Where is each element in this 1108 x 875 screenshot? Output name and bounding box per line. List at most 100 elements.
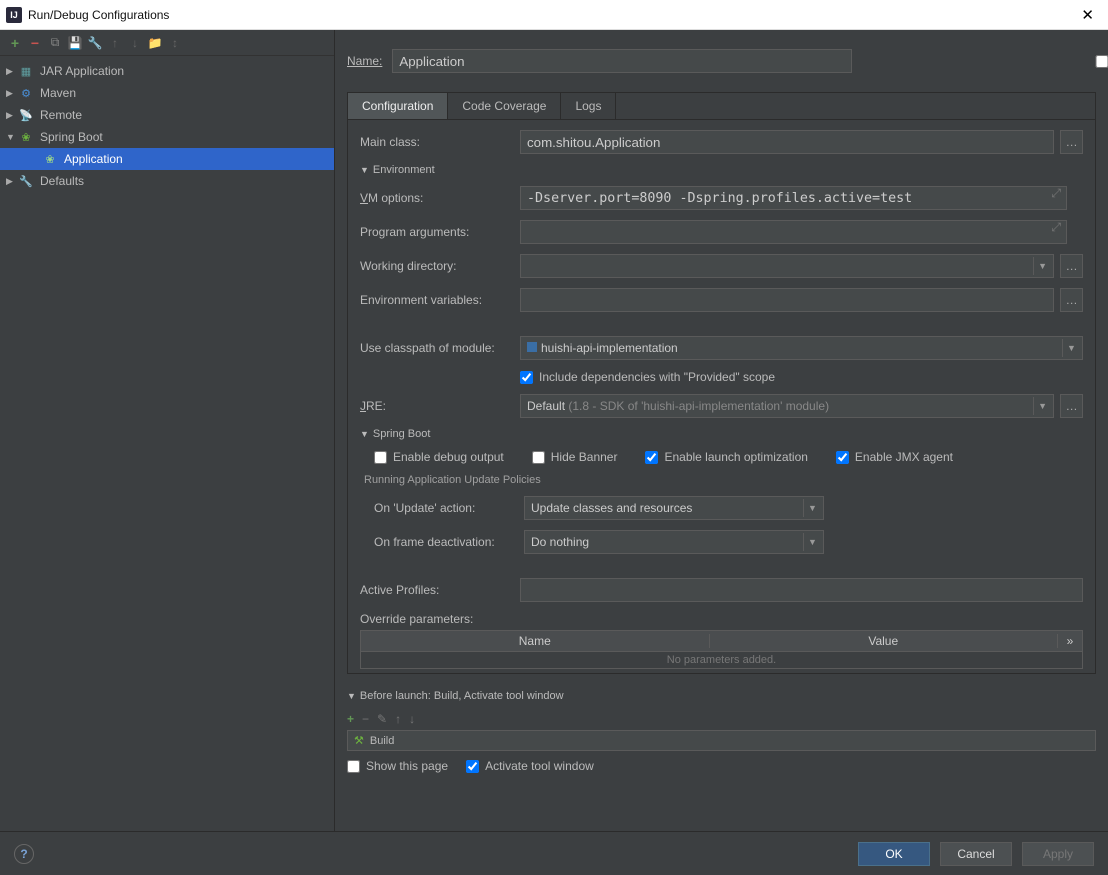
spring-icon: ❀ [42,151,58,167]
apply-button[interactable]: Apply [1022,842,1094,866]
config-tree[interactable]: ▶ ▦ JAR Application ▶ ⚙ Maven ▶ 📡 Remote [0,56,334,831]
build-icon: ⚒ [354,734,364,747]
tree-label: Application [64,152,123,166]
browse-working-dir-button[interactable]: … [1060,254,1083,278]
vm-options-label: VM options: [360,191,520,205]
vm-options-input[interactable] [520,186,1067,210]
edit-task-button[interactable]: ✎ [377,712,387,726]
program-args-input[interactable] [520,220,1067,244]
chevron-right-icon: ▶ [6,176,18,187]
move-down-task-button[interactable]: ↓ [409,712,415,726]
tree-item-defaults[interactable]: ▶ 🔧 Defaults [0,170,334,192]
tree-item-springboot[interactable]: ▼ ❀ Spring Boot [0,126,334,148]
tab-bar: Configuration Code Coverage Logs [347,92,1096,119]
build-task-row[interactable]: ⚒ Build [347,730,1096,751]
active-profiles-input[interactable] [520,578,1083,602]
tab-code-coverage[interactable]: Code Coverage [448,93,561,119]
classpath-select[interactable]: huishi-api-implementation▼ [520,336,1083,360]
on-update-select[interactable]: Update classes and resources▼ [524,496,824,520]
override-table-empty: No parameters added. [360,652,1083,669]
jre-label: JRE: [360,399,520,413]
close-icon[interactable]: ✕ [1073,6,1102,24]
jmx-agent-checkbox[interactable]: Enable JMX agent [836,450,953,464]
expand-icon[interactable]: » [1058,634,1082,648]
working-dir-label: Working directory: [360,259,520,273]
sort-icon[interactable]: ↕ [168,36,182,50]
app-icon: IJ [6,7,22,23]
save-config-button[interactable]: 💾 [68,36,82,50]
window-title: Run/Debug Configurations [28,8,1073,22]
environment-section[interactable]: ▼Environment [360,164,1083,176]
tree-item-maven[interactable]: ▶ ⚙ Maven [0,82,334,104]
include-provided-checkbox[interactable]: Include dependencies with "Provided" sco… [520,370,775,384]
remove-task-button[interactable]: − [362,712,369,726]
env-vars-label: Environment variables: [360,293,520,307]
chevron-right-icon: ▶ [6,110,18,121]
tree-label: Spring Boot [40,130,103,144]
tree-item-jar[interactable]: ▶ ▦ JAR Application [0,60,334,82]
on-frame-select[interactable]: Do nothing▼ [524,530,824,554]
hide-banner-checkbox[interactable]: Hide Banner [532,450,618,464]
wrench-icon[interactable]: 🔧 [88,36,102,50]
name-input[interactable] [392,49,852,73]
name-label: Name: [347,54,382,68]
env-vars-input[interactable] [520,288,1054,312]
tree-toolbar: + − ⧉ 💾 🔧 ↑ ↓ 📁 ↕ [0,30,334,56]
tree-item-remote[interactable]: ▶ 📡 Remote [0,104,334,126]
update-policies-header: Running Application Update Policies [364,474,1083,486]
program-args-label: Program arguments: [360,225,520,239]
browse-jre-button[interactable]: … [1060,394,1083,418]
add-task-button[interactable]: + [347,712,354,726]
chevron-down-icon: ▼ [6,132,18,142]
before-launch-header[interactable]: ▼Before launch: Build, Activate tool win… [347,690,1096,702]
share-checkbox[interactable]: Share [872,54,1108,68]
dialog-footer: ? OK Cancel Apply [0,831,1108,875]
launch-opt-checkbox[interactable]: Enable launch optimization [645,450,807,464]
configuration-panel: Main class: … ▼Environment VM options: ⤢… [347,119,1096,674]
spring-icon: ❀ [18,129,34,145]
override-table-header: Name Value » [360,630,1083,652]
tab-configuration[interactable]: Configuration [348,93,448,119]
browse-main-class-button[interactable]: … [1060,130,1083,154]
chevron-right-icon: ▶ [6,88,18,99]
tree-label: Maven [40,86,76,100]
move-up-task-button[interactable]: ↑ [395,712,401,726]
tree-label: Remote [40,108,82,122]
override-params-label: Override parameters: [360,612,1083,626]
tab-logs[interactable]: Logs [561,93,616,119]
activate-tool-window-checkbox[interactable]: Activate tool window [466,759,594,773]
config-panel: Name: Share Single instance only Configu… [335,30,1108,831]
browse-env-vars-button[interactable]: … [1060,288,1083,312]
jre-select[interactable]: Default (1.8 - SDK of 'huishi-api-implem… [520,394,1054,418]
titlebar: IJ Run/Debug Configurations ✕ [0,0,1108,30]
copy-config-button[interactable]: ⧉ [48,36,62,50]
classpath-label: Use classpath of module: [360,341,520,355]
maven-icon: ⚙ [18,85,34,101]
on-frame-label: On frame deactivation: [374,535,524,549]
show-page-checkbox[interactable]: Show this page [347,759,448,773]
cancel-button[interactable]: Cancel [940,842,1012,866]
jar-icon: ▦ [18,63,34,79]
help-button[interactable]: ? [14,844,34,864]
tree-label: Defaults [40,174,84,188]
springboot-section[interactable]: ▼Spring Boot [360,428,1083,440]
wrench-icon: 🔧 [18,173,34,189]
enable-debug-checkbox[interactable]: Enable debug output [374,450,504,464]
remove-config-button[interactable]: − [28,36,42,50]
on-update-label: On 'Update' action: [374,501,524,515]
active-profiles-label: Active Profiles: [360,583,520,597]
ok-button[interactable]: OK [858,842,930,866]
tree-label: JAR Application [40,64,124,78]
main-class-input[interactable] [520,130,1054,154]
main-class-label: Main class: [360,135,520,149]
tree-item-application[interactable]: ❀ Application [0,148,334,170]
folder-icon[interactable]: 📁 [148,36,162,50]
before-launch-section: ▼Before launch: Build, Activate tool win… [347,686,1096,773]
working-dir-select[interactable]: ▼ [520,254,1054,278]
remote-icon: 📡 [18,107,34,123]
chevron-right-icon: ▶ [6,66,18,77]
add-config-button[interactable]: + [8,36,22,50]
move-down-button[interactable]: ↓ [128,36,142,50]
config-tree-panel: + − ⧉ 💾 🔧 ↑ ↓ 📁 ↕ ▶ ▦ JAR Application [0,30,335,831]
move-up-button[interactable]: ↑ [108,36,122,50]
